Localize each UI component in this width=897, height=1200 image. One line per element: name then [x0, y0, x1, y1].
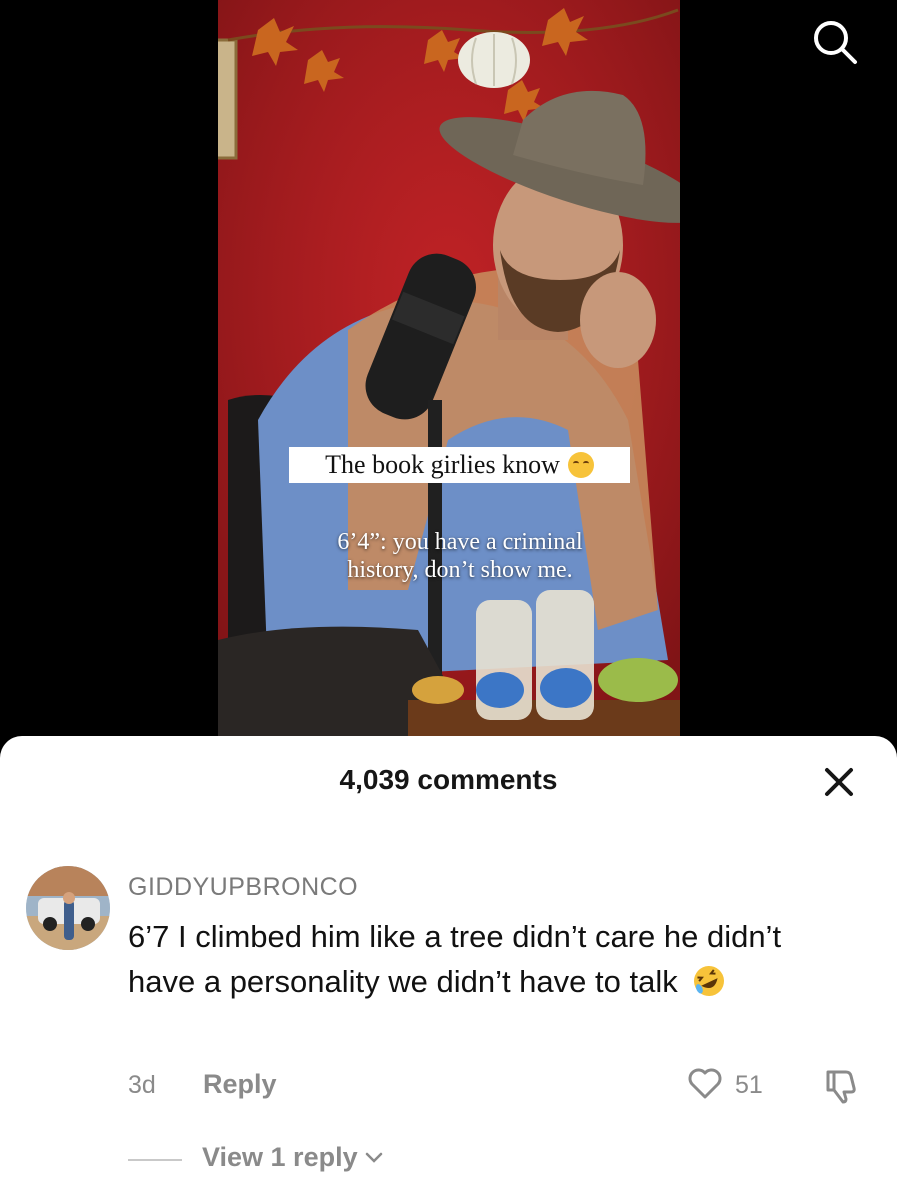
- dislike-button[interactable]: [820, 1066, 860, 1106]
- heart-icon: [688, 1068, 722, 1099]
- view-replies-label: View 1 reply: [202, 1142, 358, 1172]
- comment-username[interactable]: GIDDYUPBRONCO: [128, 873, 358, 902]
- overlay-line-2: history, don’t show me.: [347, 557, 573, 583]
- rolling-on-floor-laughing-emoji-icon: [694, 966, 725, 996]
- view-replies-button[interactable]: View 1 reply: [202, 1142, 384, 1173]
- search-button[interactable]: [811, 18, 859, 66]
- reply-button[interactable]: Reply: [203, 1069, 277, 1100]
- thumbs-down-icon: [826, 1070, 856, 1104]
- close-button[interactable]: [819, 762, 859, 802]
- avatar-image: [26, 866, 110, 950]
- video-player[interactable]: [218, 0, 680, 740]
- chevron-down-icon: [365, 1152, 382, 1163]
- comments-count-header: 4,039 comments: [339, 764, 558, 795]
- video-frame-image: [218, 0, 680, 740]
- video-caption-text: The book girlies know: [325, 450, 560, 479]
- comment-timestamp: 3d: [128, 1071, 156, 1099]
- replies-divider: [128, 1159, 182, 1161]
- like-count: 51: [735, 1071, 763, 1099]
- comment-text: 6’7 I climbed him like a tree didn’t car…: [128, 919, 782, 999]
- like-button[interactable]: [686, 1064, 724, 1102]
- overlay-line-1: 6’4”: you have a criminal: [337, 529, 583, 555]
- video-caption: The book girlies know: [289, 447, 630, 483]
- smirking-face-emoji-icon: [567, 452, 594, 478]
- commenter-avatar[interactable]: [26, 866, 110, 950]
- video-overlay-text: 6’4”: you have a criminal history, don’t…: [300, 528, 620, 584]
- comments-sheet: 4,039 comments GIDDYUPBRONCO 6’7 I climb…: [0, 736, 897, 1200]
- comment-body: 6’7 I climbed him like a tree didn’t car…: [128, 914, 848, 1004]
- search-icon: [814, 21, 857, 64]
- close-icon: [825, 768, 853, 796]
